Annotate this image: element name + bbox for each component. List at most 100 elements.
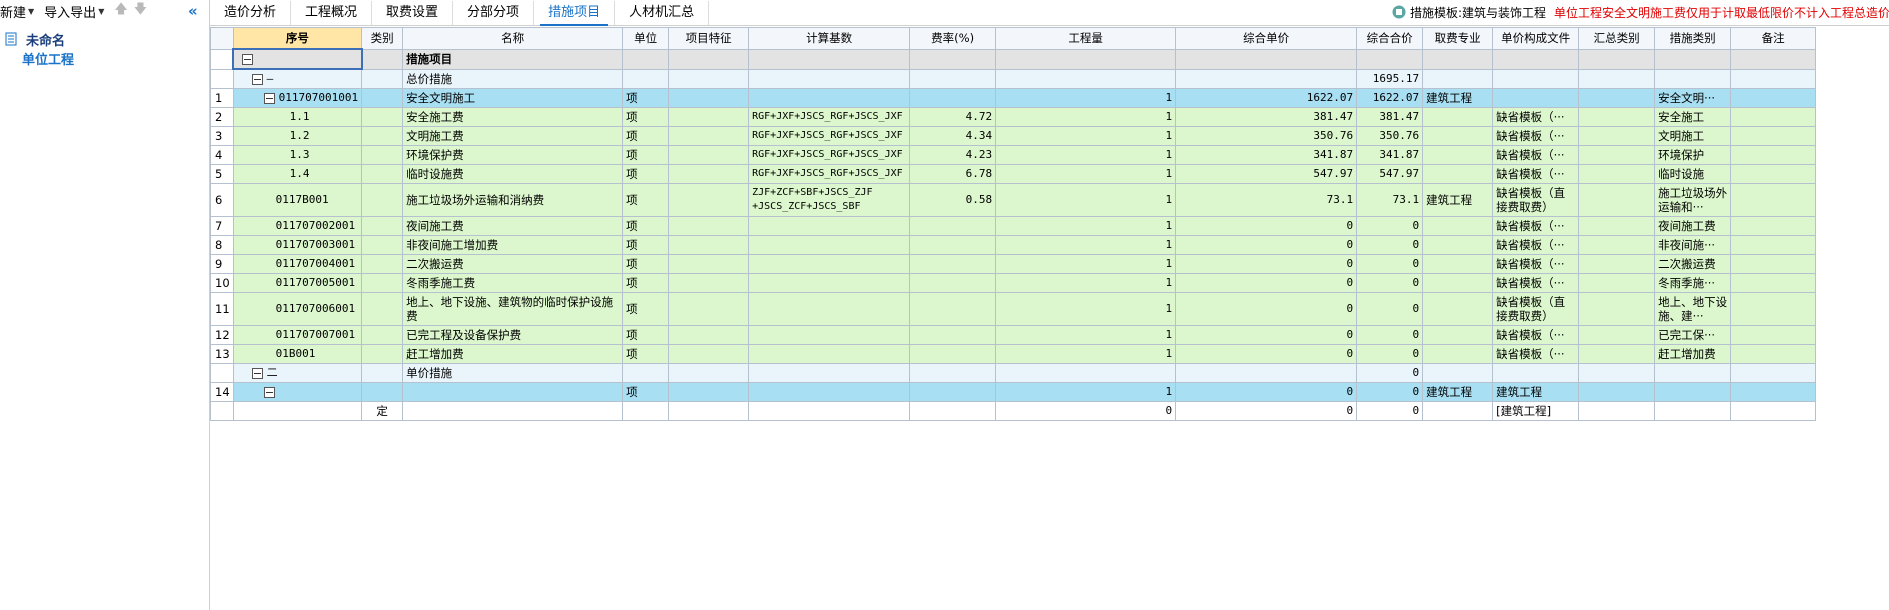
table-row[interactable]: 13 01B001 赶工增加费项 1 0 0 缺省模板（··· 赶工增加费 [210, 344, 1817, 364]
new-button[interactable]: 新建 ▼ [0, 1, 38, 21]
cell-calc-base[interactable]: RGF+JXF+JSCS_RGF+JSCS_JXF [748, 107, 911, 127]
cell-measure-type[interactable] [1654, 363, 1732, 383]
cell-feature[interactable] [668, 68, 750, 89]
cell-total-price[interactable]: 341.87 [1356, 145, 1424, 165]
cell-unit[interactable]: 项 [622, 216, 670, 236]
cell-price-file[interactable]: 缺省模板（··· [1492, 126, 1580, 146]
cell-measure-type[interactable]: 文明施工 [1654, 126, 1732, 146]
tab-measure-items[interactable]: 措施项目 [534, 1, 616, 26]
cell-quantity[interactable]: 1 [995, 107, 1177, 127]
cell-unit-price[interactable]: 0 [1175, 401, 1358, 421]
cell-total-price[interactable]: 0 [1356, 325, 1424, 345]
cell-fee-specialty[interactable]: 建筑工程 [1422, 88, 1494, 108]
cell-total-price[interactable]: 0 [1356, 344, 1424, 364]
cell-total-price[interactable]: 0 [1356, 292, 1424, 326]
cell-name[interactable]: 安全施工费 [402, 107, 624, 127]
cell-price-file[interactable] [1492, 88, 1580, 108]
cell-fee-specialty[interactable] [1422, 254, 1494, 274]
cell-price-file[interactable]: 缺省模板（··· [1492, 145, 1580, 165]
cell-feature[interactable] [668, 344, 750, 364]
template-label[interactable]: 措施模板:建筑与装饰工程 [1410, 4, 1546, 21]
cell-summary-type[interactable] [1578, 382, 1656, 402]
cell-name[interactable]: 非夜间施工增加费 [402, 235, 624, 255]
cell-remark[interactable] [1730, 363, 1817, 383]
cell-name[interactable]: 夜间施工费 [402, 216, 624, 236]
cell-quantity[interactable]: 1 [995, 145, 1177, 165]
cell-seq[interactable]: 1.1 [232, 107, 363, 127]
header-cell[interactable]: 工程量 [995, 27, 1177, 50]
cell-measure-type[interactable] [1654, 68, 1732, 89]
cell-fee-specialty[interactable] [1422, 401, 1494, 421]
cell-seq[interactable] [232, 401, 363, 421]
table-row[interactable]: 4 1.3 环境保护费项 RGF+JXF+JSCS_RGF+JSCS_JXF 4.23 1… [210, 145, 1817, 165]
cell-feature[interactable] [668, 126, 750, 146]
cell-remark[interactable] [1730, 254, 1817, 274]
cell-quantity[interactable]: 1 [995, 164, 1177, 184]
cell-unit-price[interactable]: 381.47 [1175, 107, 1358, 127]
cell-quantity[interactable]: 1 [995, 325, 1177, 345]
cell-calc-base[interactable]: ZJF+ZCF+SBF+JSCS_ZJF +JSCS_ZCF+JSCS_SBF [748, 183, 911, 217]
import-export-button[interactable]: 导入导出 ▼ [44, 1, 108, 21]
cell-summary-type[interactable] [1578, 216, 1656, 236]
cell-category[interactable] [361, 88, 404, 108]
table-row[interactable]: 3 1.2 文明施工费项 RGF+JXF+JSCS_RGF+JSCS_JXF 4.34 1… [210, 126, 1817, 146]
cell-category[interactable] [361, 48, 404, 70]
cell-name[interactable]: 临时设施费 [402, 164, 624, 184]
cell-measure-type[interactable]: 赶工增加费 [1654, 344, 1732, 364]
row-index[interactable] [210, 48, 234, 70]
cell-fee-specialty[interactable] [1422, 344, 1494, 364]
cell-feature[interactable] [668, 363, 750, 383]
cell-measure-type[interactable]: 夜间施工费 [1654, 216, 1732, 236]
header-cell[interactable]: 备注 [1730, 27, 1817, 50]
cell-fee-specialty[interactable] [1422, 325, 1494, 345]
cell-rate[interactable] [909, 235, 997, 255]
cell-quantity[interactable]: 0 [995, 401, 1177, 421]
cell-calc-base[interactable]: RGF+JXF+JSCS_RGF+JSCS_JXF [748, 126, 911, 146]
header-cell[interactable]: 类别 [361, 27, 404, 50]
table-row[interactable]: 5 1.4 临时设施费项 RGF+JXF+JSCS_RGF+JSCS_JXF 6.78 1… [210, 164, 1817, 184]
cell-feature[interactable] [668, 48, 750, 70]
cell-feature[interactable] [668, 273, 750, 293]
cell-seq[interactable]: 0117B001 [232, 183, 363, 217]
cell-quantity[interactable]: 1 [995, 235, 1177, 255]
cell-unit[interactable] [622, 48, 670, 70]
cell-remark[interactable] [1730, 145, 1817, 165]
row-index[interactable]: 3 [210, 126, 234, 146]
tab-sub-items[interactable]: 分部分项 [453, 1, 535, 25]
cell-name[interactable]: 冬雨季施工费 [402, 273, 624, 293]
cell-measure-type[interactable]: 施工垃圾场外运输和··· [1654, 183, 1732, 217]
cell-price-file[interactable] [1492, 48, 1580, 70]
cell-feature[interactable] [668, 292, 750, 326]
cell-category[interactable] [361, 183, 404, 217]
cell-seq[interactable]: 1.4 [232, 164, 363, 184]
cell-total-price[interactable]: 381.47 [1356, 107, 1424, 127]
cell-summary-type[interactable] [1578, 145, 1656, 165]
cell-feature[interactable] [668, 235, 750, 255]
table-row[interactable]: 措施项目 [210, 48, 1817, 70]
cell-remark[interactable] [1730, 216, 1817, 236]
table-row[interactable]: 14 项 1 0 0 建筑工程 建筑工程 [210, 382, 1817, 402]
cell-name[interactable]: 已完工程及设备保护费 [402, 325, 624, 345]
row-index[interactable]: 6 [210, 183, 234, 217]
cell-quantity[interactable] [995, 68, 1177, 89]
cell-name[interactable]: 地上、地下设施、建筑物的临时保护设施费 [402, 292, 624, 326]
cell-calc-base[interactable]: RGF+JXF+JSCS_RGF+JSCS_JXF [748, 164, 911, 184]
tab-labor-material-summary[interactable]: 人材机汇总 [615, 1, 710, 25]
header-cell[interactable]: 费率(%) [909, 27, 997, 50]
cell-calc-base[interactable] [748, 235, 911, 255]
cell-summary-type[interactable] [1578, 363, 1656, 383]
cell-rate[interactable] [909, 88, 997, 108]
cell-name[interactable]: 赶工增加费 [402, 344, 624, 364]
row-index[interactable] [210, 401, 234, 421]
cell-price-file[interactable]: 缺省模板（··· [1492, 254, 1580, 274]
cell-calc-base[interactable] [748, 48, 911, 70]
cell-rate[interactable] [909, 401, 997, 421]
cell-feature[interactable] [668, 254, 750, 274]
table-row[interactable]: 定 0 0 0 [建筑工程] [210, 401, 1817, 421]
cell-unit[interactable] [622, 363, 670, 383]
cell-fee-specialty[interactable] [1422, 273, 1494, 293]
cell-price-file[interactable]: 缺省模板（··· [1492, 344, 1580, 364]
cell-summary-type[interactable] [1578, 48, 1656, 70]
cell-summary-type[interactable] [1578, 401, 1656, 421]
cell-seq[interactable]: 1.2 [232, 126, 363, 146]
